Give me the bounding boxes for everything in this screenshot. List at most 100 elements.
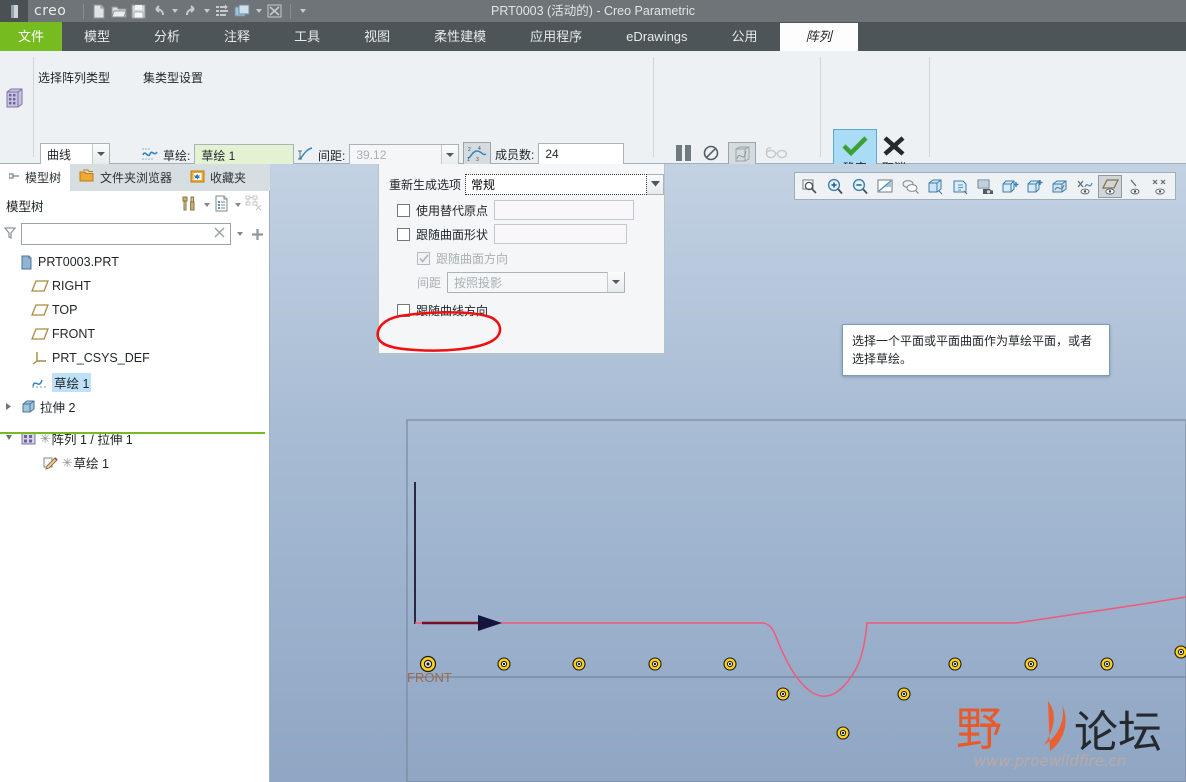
tree-columns-icon[interactable]: [214, 195, 230, 215]
svg-text:1: 1: [467, 157, 470, 163]
sidebar-tab-bar[interactable]: 模型树 文件夹浏览器 收藏夹: [0, 164, 270, 191]
follow-surface-shape-row[interactable]: 跟随曲面形状: [379, 222, 664, 246]
tree-item-front[interactable]: FRONT: [0, 322, 270, 346]
expander-expanded-icon[interactable]: [2, 434, 16, 442]
sidebar-tab-folder-browser[interactable]: 文件夹浏览器: [70, 164, 181, 191]
render-capture-icon[interactable]: [973, 175, 997, 198]
follow-surface-shape-input[interactable]: [494, 224, 628, 244]
ribbon-tab-common[interactable]: 公用: [710, 22, 780, 51]
saved-views-icon[interactable]: [948, 175, 972, 198]
plane-display-icon[interactable]: [1098, 174, 1122, 198]
model-tree-header: 模型树: [0, 191, 270, 219]
quick-access-toolbar[interactable]: [89, 2, 308, 21]
ribbon-tab-analysis[interactable]: 分析: [132, 22, 202, 51]
ribbon-tab-flexible-modeling[interactable]: 柔性建模: [412, 22, 508, 51]
spacing-value: 39.12: [356, 148, 387, 162]
ribbon-tab-model[interactable]: 模型: [62, 22, 132, 51]
new-icon[interactable]: [89, 2, 108, 21]
ribbon-tab-pattern[interactable]: 阵列: [779, 23, 858, 51]
follow-surface-shape-checkbox[interactable]: [397, 227, 410, 241]
tree-item-pattern-sketch-1[interactable]: ✳ 草绘 1: [0, 450, 270, 474]
zoom-in-icon[interactable]: [823, 175, 847, 198]
refit-icon[interactable]: [873, 175, 897, 198]
pattern-type-combo[interactable]: 曲线: [40, 143, 110, 165]
spacing-chevron-down-icon[interactable]: [441, 145, 459, 165]
tree-item-pattern-1[interactable]: ✳ 阵列 1 / 拉伸 1: [0, 426, 270, 450]
appearance-icon[interactable]: [1023, 175, 1047, 198]
tree-filter-icon[interactable]: [245, 195, 264, 215]
tree-item-right[interactable]: RIGHT: [0, 274, 270, 298]
follow-curve-dir-label: 跟随曲线方向: [416, 303, 489, 318]
save-icon[interactable]: [129, 2, 148, 21]
ribbon-tab-view[interactable]: 视图: [342, 22, 412, 51]
pause-icon[interactable]: [674, 143, 694, 166]
stop-icon[interactable]: [703, 145, 719, 164]
zoom-out-icon[interactable]: [848, 175, 872, 198]
ribbon-tab-bar[interactable]: 文件 模型 分析 注释 工具 视图 柔性建模 应用程序 eDrawings 公用…: [0, 22, 1186, 51]
graphics-toolbar[interactable]: [794, 172, 1176, 200]
members-input[interactable]: 24: [538, 143, 625, 165]
model-tree-search-input[interactable]: [21, 223, 231, 245]
tree-item-part[interactable]: PRT0003.PRT: [0, 250, 270, 274]
add-filter-icon[interactable]: [248, 228, 266, 241]
options-spacing-row: 间距 按照投影: [379, 270, 664, 294]
undo-dropdown-icon[interactable]: [169, 2, 180, 21]
display-style-icon[interactable]: [923, 175, 947, 198]
pattern-point: [497, 657, 511, 671]
regen-chevron-down-icon[interactable]: [647, 173, 664, 195]
tree-item-csys[interactable]: PRT_CSYS_DEF: [0, 346, 270, 370]
csys-display-icon[interactable]: [1148, 175, 1172, 198]
search-history-chevron-down-icon[interactable]: [234, 225, 245, 244]
open-icon[interactable]: [109, 2, 128, 21]
point-display-icon[interactable]: [1123, 175, 1147, 198]
spacing-combo[interactable]: 39.12: [349, 144, 460, 166]
ribbon-tab-applications[interactable]: 应用程序: [508, 22, 604, 51]
undo-icon[interactable]: [149, 2, 168, 21]
tree-item-sketch-1[interactable]: 草绘 1: [0, 370, 270, 394]
follow-curve-dir-checkbox[interactable]: [397, 303, 410, 317]
ribbon-tab-annotate[interactable]: 注释: [202, 22, 272, 51]
model-tree-search-row: [0, 219, 270, 249]
sidebar-tab-model-tree[interactable]: 模型树: [0, 164, 71, 191]
qat-divider: [83, 3, 85, 19]
clear-search-icon[interactable]: [214, 227, 225, 241]
ribbon-tab-edrawings[interactable]: eDrawings: [604, 22, 709, 51]
ribbon-divider-2: [653, 57, 654, 157]
tree-settings-chevron-down-icon[interactable]: [201, 196, 212, 215]
axis-display-icon[interactable]: [1073, 175, 1097, 198]
alt-origin-input[interactable]: [494, 200, 635, 220]
preview-mesh-icon[interactable]: [728, 142, 756, 166]
window-icon[interactable]: [233, 2, 252, 21]
tree-item-sketch-1-label: 草绘 1: [52, 372, 92, 392]
sketch-input[interactable]: 草绘 1: [194, 144, 295, 166]
ribbon-tab-file[interactable]: 文件: [0, 22, 63, 51]
expander-collapsed-icon[interactable]: [2, 402, 16, 411]
tree-item-extrude-2[interactable]: 拉伸 2: [0, 394, 270, 418]
spacing-icon: [297, 146, 314, 165]
customize-qat-icon[interactable]: [297, 2, 308, 21]
tree-columns-chevron-down-icon[interactable]: [232, 196, 243, 215]
regenerate-icon[interactable]: [213, 2, 232, 21]
pattern-point: [1100, 657, 1114, 671]
tree-settings-icon[interactable]: [181, 195, 199, 215]
chevron-down-icon[interactable]: [92, 144, 109, 164]
close-icon[interactable]: [265, 2, 284, 21]
zoom-box-icon[interactable]: [798, 175, 822, 198]
annotation-display-icon[interactable]: [998, 175, 1022, 198]
regen-option-combo[interactable]: 常规: [465, 173, 664, 195]
tree-item-top[interactable]: TOP: [0, 298, 270, 322]
ribbon-tab-tools[interactable]: 工具: [272, 22, 342, 51]
alt-origin-row[interactable]: 使用替代原点: [379, 198, 664, 222]
sidebar-tab-favorites[interactable]: 收藏夹: [181, 164, 255, 191]
redo-dropdown-icon[interactable]: [201, 2, 212, 21]
window-dropdown-icon[interactable]: [253, 2, 264, 21]
members-count-icon[interactable]: 1 23 4: [463, 142, 491, 166]
tree-item-right-label: RIGHT: [52, 279, 91, 293]
redo-icon[interactable]: [181, 2, 200, 21]
layer-icon[interactable]: [1048, 175, 1072, 198]
follow-surface-shape-label: 跟随曲面形状: [416, 227, 489, 242]
orientation-icon[interactable]: [898, 175, 922, 198]
model-tree[interactable]: PRT0003.PRT RIGHT TOP FRONT PRT_CSYS_DEF…: [0, 250, 270, 474]
alt-origin-checkbox[interactable]: [397, 203, 410, 217]
follow-curve-dir-row[interactable]: 跟随曲线方向: [379, 298, 664, 322]
